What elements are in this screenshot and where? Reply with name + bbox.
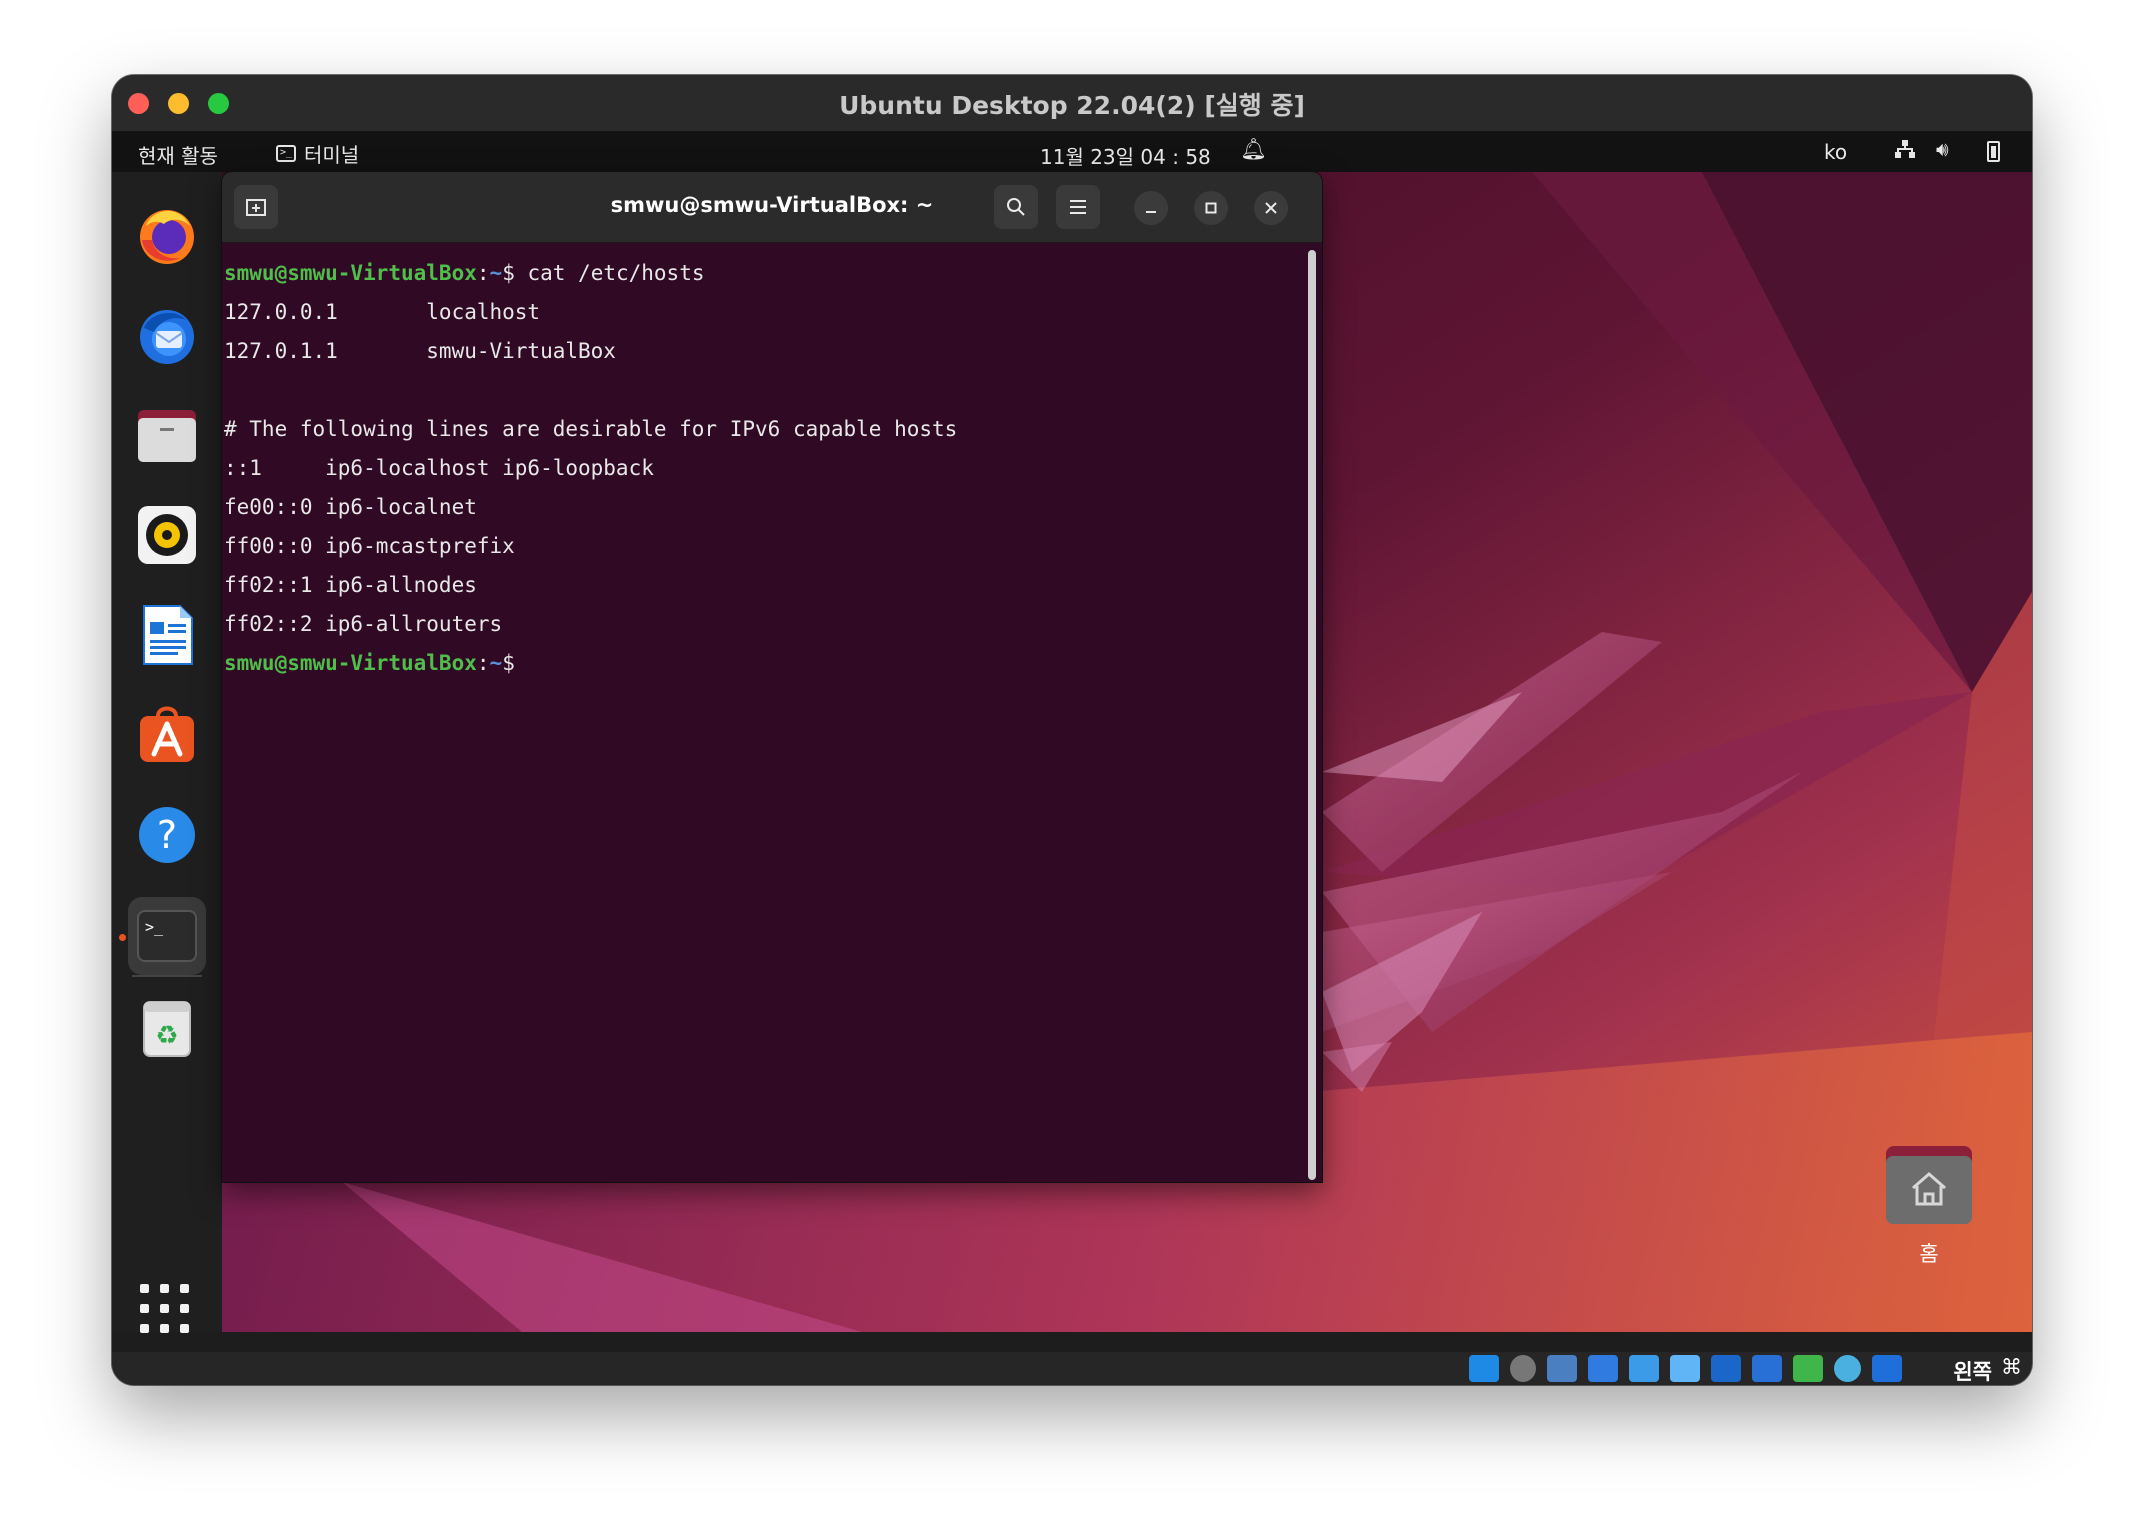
terminal-output[interactable]: smwu@smwu-VirtualBox:~$ cat /etc/hosts 1… xyxy=(222,242,1322,1182)
display-icon[interactable] xyxy=(1711,1355,1741,1382)
prompt-sep: : xyxy=(476,651,490,675)
terminal-scrollbar[interactable] xyxy=(1308,250,1316,1180)
dock-help[interactable]: ? xyxy=(128,796,206,874)
home-folder-icon xyxy=(1886,1146,1972,1224)
input-source-indicator[interactable]: ko xyxy=(1824,140,1847,164)
prompt-path: ~ xyxy=(489,261,503,285)
firefox-icon xyxy=(140,210,194,264)
trash-icon: ♻ xyxy=(143,1001,191,1057)
output-line: # The following lines are desirable for … xyxy=(224,417,958,441)
dock-terminal[interactable]: >_ xyxy=(119,897,206,975)
battery-icon[interactable] xyxy=(1987,141,2000,162)
virtualbox-status-bar: 왼쪽 ⌘ xyxy=(112,1352,2032,1385)
show-apps-grid-icon[interactable] xyxy=(140,1284,190,1334)
dock-rhythmbox[interactable] xyxy=(128,496,206,574)
running-indicator xyxy=(119,934,126,941)
volume-icon[interactable]: 🔊︎ xyxy=(1936,137,1949,161)
terminal-app-icon: >_ xyxy=(276,145,296,162)
close-icon xyxy=(1265,202,1277,214)
cpu-icon[interactable] xyxy=(1793,1355,1823,1382)
output-line: ff02::2 ip6-allrouters xyxy=(224,612,503,636)
help-icon: ? xyxy=(139,807,195,863)
prompt-sep: : xyxy=(476,261,490,285)
terminal-window[interactable]: smwu@smwu-VirtualBox: ~ smwu@smwu-Virtua… xyxy=(222,172,1322,1182)
output-line: 127.0.1.1 smwu-VirtualBox xyxy=(224,339,616,363)
maximize-icon xyxy=(1205,202,1217,214)
guest-screen: 현재 활동 >_ 터미널 11월 23일 04 : 58 🔔︎ ko 🔊︎ ? … xyxy=(112,132,2032,1352)
writer-document-icon xyxy=(143,605,193,665)
dock-thunderbird[interactable] xyxy=(128,296,206,374)
status-indicators xyxy=(1469,1355,1902,1382)
dock-separator xyxy=(132,975,202,977)
search-icon xyxy=(1007,198,1025,216)
clock[interactable]: 11월 23일 04 : 58 xyxy=(1040,141,1211,170)
search-button[interactable] xyxy=(994,185,1038,229)
minimize-icon xyxy=(1146,211,1156,213)
current-prompt-line[interactable]: smwu@smwu-VirtualBox:~$ xyxy=(224,644,1322,683)
hard-disk-icon[interactable] xyxy=(1469,1355,1499,1382)
recording-icon[interactable] xyxy=(1752,1355,1782,1382)
rhythmbox-icon xyxy=(138,506,196,564)
activities-button[interactable]: 현재 활동 xyxy=(138,140,218,169)
ubuntu-dock: ? >_ ♻ xyxy=(112,172,222,1334)
dock-ubuntu-software[interactable] xyxy=(128,696,206,774)
gnome-top-bar: 현재 활동 >_ 터미널 11월 23일 04 : 58 🔔︎ ko 🔊︎ xyxy=(112,132,2032,172)
home-folder-label: 홈 xyxy=(1919,1242,1939,1266)
shared-folders-icon[interactable] xyxy=(1670,1355,1700,1382)
mouse-integration-icon[interactable] xyxy=(1872,1355,1902,1382)
command-line: smwu@smwu-VirtualBox:~$ cat /etc/hosts xyxy=(224,254,1322,293)
close-button[interactable] xyxy=(1254,191,1288,225)
hamburger-icon xyxy=(1070,200,1086,214)
terminal-icon: >_ xyxy=(137,910,197,962)
app-menu-label: 터미널 xyxy=(304,143,360,167)
command-text: cat /etc/hosts xyxy=(514,261,705,285)
thunderbird-icon xyxy=(140,310,194,364)
audio-icon[interactable] xyxy=(1547,1355,1577,1382)
output-line: ff02::1 ip6-allnodes xyxy=(224,573,477,597)
window-title: Ubuntu Desktop 22.04(2) [실행 중] xyxy=(839,91,1305,120)
app-menu[interactable]: >_ 터미널 xyxy=(276,139,359,168)
output-line: fe00::0 ip6-localnet xyxy=(224,495,477,519)
prompt-symbol: $ xyxy=(502,651,515,675)
output-line: ff00::0 ip6-mcastprefix xyxy=(224,534,515,558)
network-icon[interactable] xyxy=(1894,138,1916,165)
svg-text:♻: ♻ xyxy=(155,1021,178,1051)
network-adapter-icon[interactable] xyxy=(1588,1355,1618,1382)
dock-files[interactable] xyxy=(128,396,206,474)
prompt-symbol: $ xyxy=(502,261,515,285)
optical-drive-icon[interactable] xyxy=(1510,1355,1536,1382)
host-key-symbol: ⌘ xyxy=(2001,1355,2022,1379)
prompt-user: smwu@smwu-VirtualBox xyxy=(224,651,477,675)
virtualbox-window: Ubuntu Desktop 22.04(2) [실행 중] 현재 활동 >_ … xyxy=(112,75,2032,1385)
output-line: 127.0.0.1 localhost xyxy=(224,300,541,324)
hamburger-menu-button[interactable] xyxy=(1056,185,1100,229)
usb-icon[interactable] xyxy=(1629,1355,1659,1382)
minimize-button[interactable] xyxy=(1134,191,1168,225)
prompt-user: smwu@smwu-VirtualBox xyxy=(224,261,477,285)
host-key-label: 왼쪽 xyxy=(1953,1360,1992,1384)
software-store-icon xyxy=(140,706,194,762)
mac-titlebar: Ubuntu Desktop 22.04(2) [실행 중] xyxy=(112,75,2032,132)
svg-text:?: ? xyxy=(157,813,177,857)
terminal-header-bar[interactable]: smwu@smwu-VirtualBox: ~ xyxy=(222,172,1322,243)
prompt-path: ~ xyxy=(489,651,503,675)
output-line: ::1 ip6-localhost ip6-loopback xyxy=(224,456,654,480)
dock-trash[interactable]: ♻ xyxy=(128,990,206,1068)
guest-additions-icon[interactable] xyxy=(1834,1355,1861,1382)
maximize-button[interactable] xyxy=(1194,191,1228,225)
notification-bell-icon[interactable]: 🔔︎ xyxy=(1240,137,1267,162)
svg-text:>_: >_ xyxy=(145,918,164,936)
files-folder-icon xyxy=(138,410,196,462)
dock-firefox[interactable] xyxy=(128,196,206,274)
dock-libreoffice-writer[interactable] xyxy=(128,596,206,674)
desktop-home-folder[interactable]: 홈 xyxy=(1884,1142,1974,1266)
